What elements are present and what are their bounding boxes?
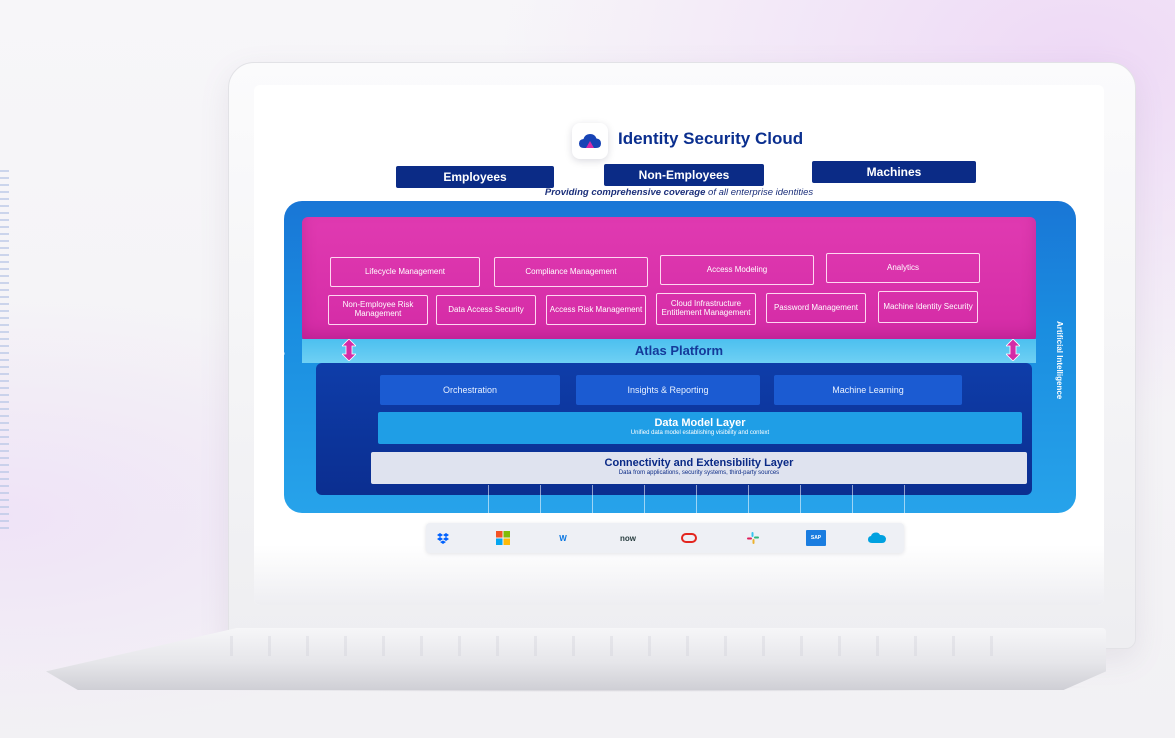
service-password-management: Password Management	[766, 293, 866, 323]
dropbox-icon	[434, 530, 452, 546]
tagline-rest: of all enterprise identities	[705, 187, 814, 198]
service-cloud-infrastructure: Cloud Infrastructure Entitlement Managem…	[656, 293, 756, 325]
connector-lines	[488, 485, 908, 523]
capability-insights-reporting: Insights & Reporting	[576, 375, 760, 405]
service-analytics: Analytics	[826, 253, 980, 283]
laptop-keyboard	[230, 636, 1010, 656]
diagram-header: Identity Security Cloud	[254, 123, 1104, 163]
identity-machines: Machines	[812, 161, 976, 183]
salesforce-icon	[868, 530, 886, 546]
data-model-title: Data Model Layer	[654, 417, 746, 429]
oracle-icon	[680, 530, 698, 546]
service-machine-identity: Machine Identity Security	[878, 291, 978, 323]
service-compliance-management: Compliance Management	[494, 257, 648, 287]
slack-icon	[744, 530, 762, 546]
coverage-tagline: Providing comprehensive coverage of all …	[254, 187, 1104, 198]
servicenow-icon: now	[620, 533, 636, 543]
identity-employees: Employees	[396, 166, 554, 188]
connectivity-layer: Connectivity and Extensibility Layer Dat…	[371, 452, 1027, 484]
service-data-access-security: Data Access Security	[436, 295, 536, 325]
connectivity-title: Connectivity and Extensibility Layer	[604, 457, 794, 469]
ai-label-right: Artificial Intelligence	[1055, 321, 1064, 400]
capability-machine-learning: Machine Learning	[774, 375, 962, 405]
tagline-bold: Providing comprehensive coverage	[544, 187, 706, 198]
service-access-risk: Access Risk Management	[546, 295, 646, 325]
service-access-modeling: Access Modeling	[660, 255, 814, 285]
microsoft-icon	[494, 530, 512, 546]
edge-decoration	[0, 170, 9, 530]
identity-non-employees: Non-Employees	[604, 164, 764, 186]
services-block: Lifecycle Management Compliance Manageme…	[302, 217, 1036, 342]
diagram-title: Identity Security Cloud	[618, 129, 804, 148]
connectivity-subtitle: Data from applications, security systems…	[618, 470, 780, 476]
service-non-employee-risk: Non-Employee Risk Management	[328, 295, 428, 325]
sap-icon: SAP	[806, 530, 826, 546]
data-model-layer: Data Model Layer Unified data model esta…	[378, 412, 1022, 444]
data-model-subtitle: Unified data model establishing visibili…	[630, 430, 770, 436]
cloud-logo-icon	[572, 123, 608, 159]
capability-orchestration: Orchestration	[380, 375, 560, 405]
screen-fade	[254, 545, 1104, 605]
laptop-screen: Identity Security Cloud Employees Non-Em…	[254, 85, 1104, 605]
atlas-platform-label: Atlas Platform	[634, 343, 724, 358]
service-lifecycle-management: Lifecycle Management	[330, 257, 480, 287]
workday-icon: W	[559, 533, 567, 543]
